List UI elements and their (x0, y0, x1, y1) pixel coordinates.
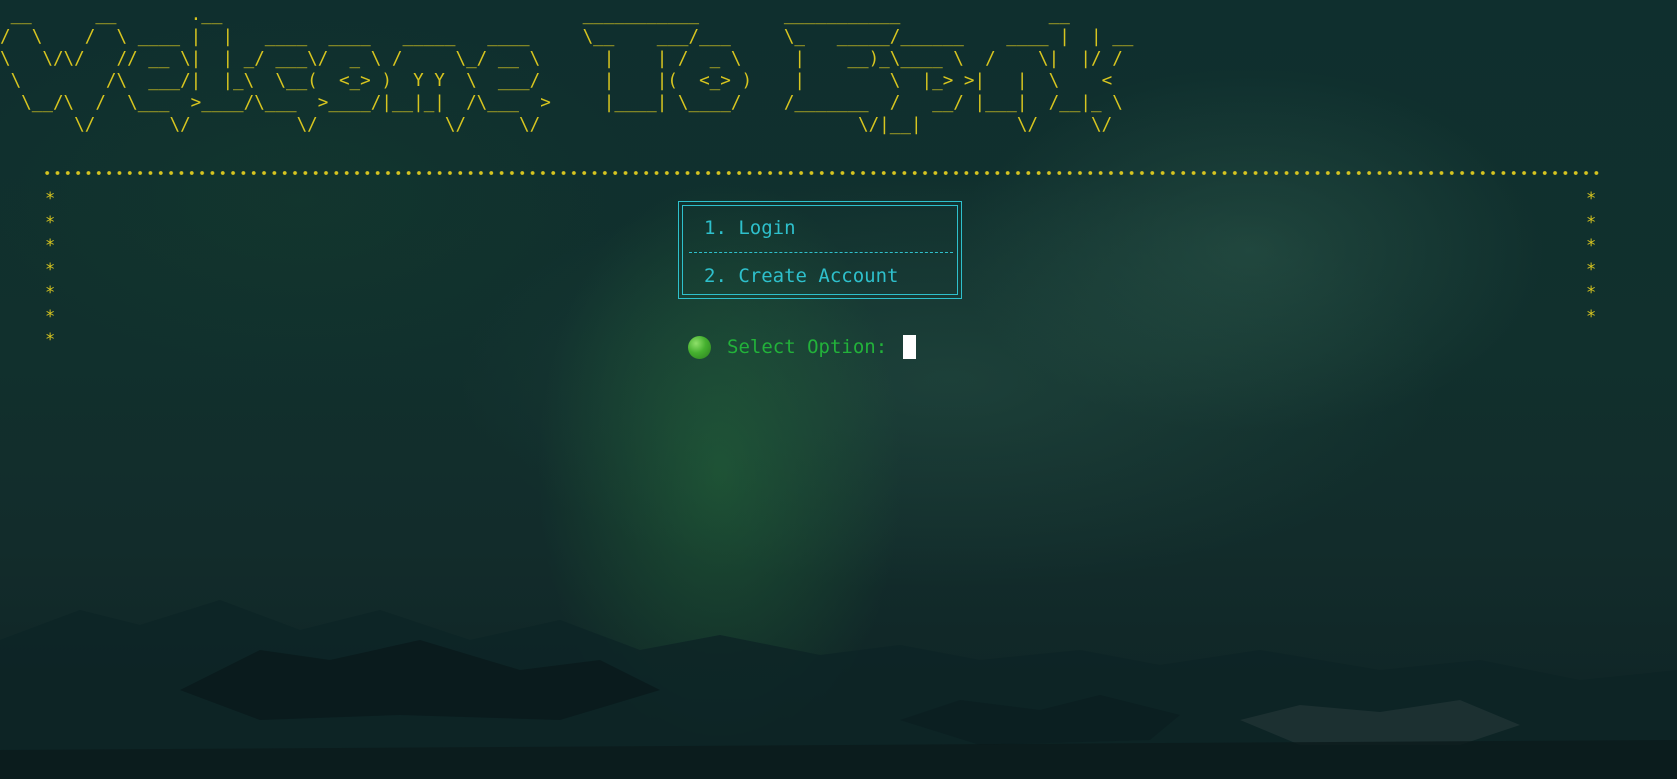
menu-divider (689, 252, 953, 253)
top-star-border (42, 166, 1602, 180)
select-option-label: Select Option: (727, 336, 888, 358)
welcome-ascii-banner: __ __ .__ ___________ ___________ __ / \… (0, 5, 1134, 135)
left-star-border: * * * * * * * (45, 189, 56, 350)
select-option-prompt: Select Option: (688, 334, 917, 360)
green-circle-icon (688, 335, 711, 359)
menu-item-login[interactable]: 1. Login (704, 217, 796, 239)
main-menu: 1. Login 2. Create Account (678, 201, 962, 299)
main-menu-inner: 1. Login 2. Create Account (682, 205, 958, 295)
menu-item-create-account[interactable]: 2. Create Account (704, 265, 898, 287)
text-cursor-input[interactable] (903, 335, 917, 359)
right-star-border: * * * * * * (1586, 189, 1597, 327)
